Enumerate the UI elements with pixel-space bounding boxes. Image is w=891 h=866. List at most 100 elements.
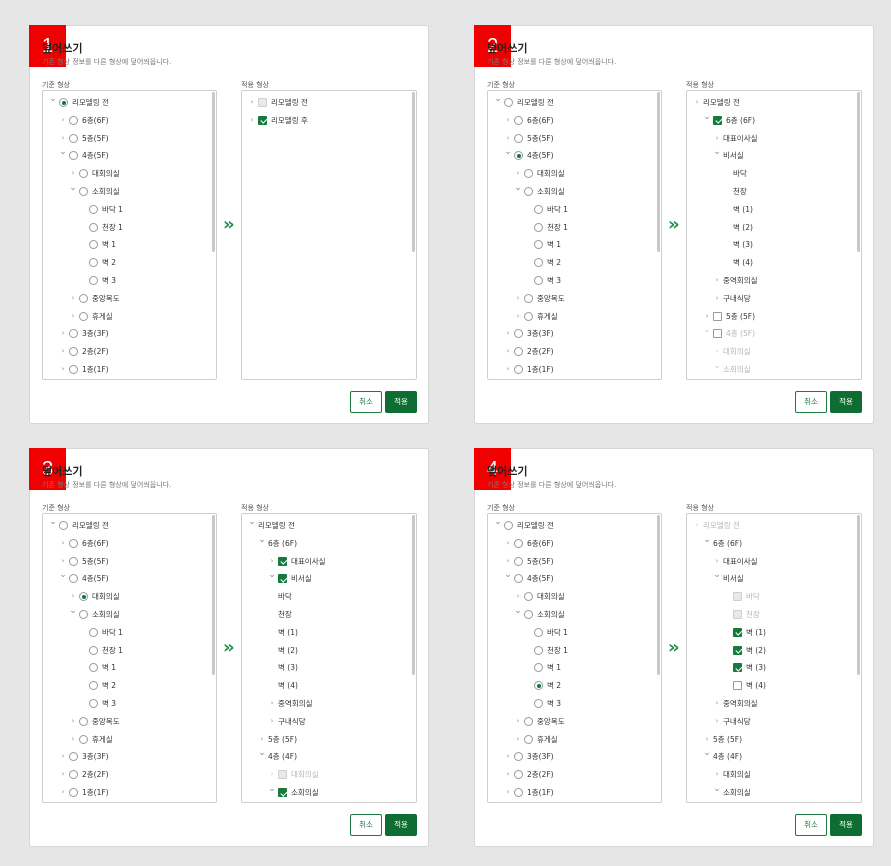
tree-item[interactable]: › 휴게실	[488, 731, 655, 749]
chevron-down-icon[interactable]: ⌄	[514, 184, 522, 193]
tree-item[interactable]: › 2층(2F)	[43, 343, 210, 361]
radio-button[interactable]	[69, 556, 78, 566]
tree-item[interactable]: ⌄ 4층(5F)	[488, 147, 655, 165]
chevron-down-icon[interactable]: ⌄	[504, 148, 512, 157]
tree-item[interactable]: 천장 1	[488, 642, 655, 660]
tree-item[interactable]: ⌄ 6층 (6F)	[687, 112, 855, 130]
tree-item[interactable]: › 3층(3F)	[488, 748, 655, 766]
tree-item[interactable]: › 5층 (5F)	[242, 731, 410, 749]
tree-item[interactable]: ⌄ 4층(5F)	[43, 570, 210, 588]
chevron-down-icon[interactable]: ⌄	[49, 518, 57, 527]
tree-item[interactable]: 천장	[242, 606, 410, 624]
radio-button[interactable]	[89, 258, 98, 268]
cancel-button[interactable]: 취소	[350, 814, 382, 836]
left-tree[interactable]: ⌄ 리모델링 전 › 6층(6F) › 5층(5F) ⌄ 4층(5F) › 대회의실 ⌄ 소회의실 바닥…	[487, 513, 662, 803]
radio-button[interactable]	[69, 752, 78, 762]
chevron-right-icon[interactable]: ›	[268, 717, 276, 726]
tree-item[interactable]: › 2층(2F)	[488, 766, 655, 784]
radio-button[interactable]	[79, 716, 88, 726]
tree-item[interactable]: 바닥 1	[43, 201, 210, 219]
chevron-down-icon[interactable]: ⌄	[494, 518, 502, 527]
tree-item[interactable]: 벽 (4)	[687, 677, 855, 695]
chevron-down-icon[interactable]: ⌄	[713, 148, 721, 157]
tree-item[interactable]: › 2층(2F)	[488, 343, 655, 361]
chevron-right-icon[interactable]: ›	[514, 592, 522, 601]
cancel-button[interactable]: 취소	[795, 814, 827, 836]
chevron-right-icon[interactable]: ›	[248, 116, 256, 125]
chevron-right-icon[interactable]: ›	[504, 788, 512, 797]
tree-item[interactable]: ⌄ 소회의실	[687, 361, 855, 379]
radio-button[interactable]	[534, 240, 543, 250]
tree-item[interactable]: › 5층(5F)	[488, 553, 655, 571]
checkbox[interactable]	[733, 610, 742, 619]
radio-button[interactable]	[69, 151, 78, 161]
tree-item[interactable]: ⌄ 6층 (6F)	[242, 535, 410, 553]
chevron-right-icon[interactable]: ›	[59, 116, 67, 125]
cancel-button[interactable]: 취소	[795, 391, 827, 413]
chevron-right-icon[interactable]: ›	[713, 557, 721, 566]
tree-item[interactable]: 벽 (1)	[687, 201, 855, 219]
chevron-right-icon[interactable]: ›	[268, 699, 276, 708]
chevron-right-icon[interactable]: ›	[514, 169, 522, 178]
radio-button[interactable]	[69, 115, 78, 125]
tree-item[interactable]: › 5층(5F)	[488, 130, 655, 148]
chevron-down-icon[interactable]: ⌄	[713, 785, 721, 794]
chevron-down-icon[interactable]: ⌄	[268, 571, 276, 580]
chevron-right-icon[interactable]: ›	[713, 770, 721, 779]
radio-button[interactable]	[69, 365, 78, 374]
radio-button[interactable]	[534, 276, 543, 285]
chevron-right-icon[interactable]: ›	[69, 294, 77, 303]
tree-item[interactable]: › 5층(5F)	[43, 130, 210, 148]
tree-item[interactable]: 벽 (1)	[687, 624, 855, 642]
cancel-button[interactable]: 취소	[350, 391, 382, 413]
tree-item[interactable]: › 1층(1F)	[43, 784, 210, 802]
radio-button[interactable]	[524, 734, 533, 744]
chevron-right-icon[interactable]: ›	[59, 134, 67, 143]
radio-button[interactable]	[79, 169, 88, 179]
tree-item[interactable]: › 리모델링 전	[687, 94, 855, 112]
tree-item[interactable]: › 1층(1F)	[488, 361, 655, 379]
chevron-right-icon[interactable]: ›	[59, 347, 67, 356]
chevron-down-icon[interactable]: ⌄	[703, 749, 711, 758]
chevron-right-icon[interactable]: ›	[693, 98, 701, 107]
radio-button[interactable]	[89, 204, 98, 214]
radio-button[interactable]	[524, 187, 533, 196]
tree-item[interactable]: › 대표이사실	[242, 553, 410, 571]
tree-item[interactable]: › 리모델링 전	[687, 517, 855, 535]
radio-button[interactable]	[69, 574, 78, 584]
radio-button[interactable]	[89, 663, 98, 673]
radio-button[interactable]	[89, 222, 98, 232]
tree-item[interactable]: ⌄ 소회의실	[43, 606, 210, 624]
tree-item[interactable]: 벽 2	[488, 254, 655, 272]
scrollbar[interactable]	[657, 515, 660, 675]
chevron-down-icon[interactable]: ⌄	[69, 184, 77, 193]
chevron-right-icon[interactable]: ›	[514, 717, 522, 726]
tree-item[interactable]: 벽 2	[43, 254, 210, 272]
radio-button[interactable]	[524, 293, 533, 303]
chevron-right-icon[interactable]: ›	[703, 735, 711, 744]
tree-item[interactable]: › 5층(5F)	[43, 553, 210, 571]
radio-button[interactable]	[514, 770, 523, 780]
radio-button[interactable]	[514, 365, 523, 374]
tree-item[interactable]: ⌄ 리모델링 전	[43, 517, 210, 535]
chevron-down-icon[interactable]: ⌄	[713, 362, 721, 371]
tree-item[interactable]: › 대표이사실	[687, 130, 855, 148]
tree-item[interactable]: 벽 (2)	[242, 642, 410, 660]
tree-item[interactable]: › 6층(6F)	[488, 535, 655, 553]
tree-item[interactable]: › 대회의실	[43, 165, 210, 183]
chevron-right-icon[interactable]: ›	[504, 134, 512, 143]
scrollbar[interactable]	[412, 515, 415, 675]
chevron-right-icon[interactable]: ›	[514, 735, 522, 744]
radio-button[interactable]	[69, 770, 78, 780]
checkbox[interactable]	[278, 788, 287, 797]
tree-item[interactable]: › 3층(3F)	[43, 325, 210, 343]
chevron-right-icon[interactable]: ›	[69, 169, 77, 178]
chevron-right-icon[interactable]: ›	[713, 134, 721, 143]
tree-item[interactable]: 벽 1	[488, 236, 655, 254]
chevron-down-icon[interactable]: ⌄	[69, 607, 77, 616]
chevron-right-icon[interactable]: ›	[248, 98, 256, 107]
chevron-right-icon[interactable]: ›	[504, 347, 512, 356]
chevron-right-icon[interactable]: ›	[69, 735, 77, 744]
tree-item[interactable]: ⌄ 소회의실	[488, 606, 655, 624]
right-tree[interactable]: › 리모델링 전 ⌄ 6층 (6F) › 대표이사실 ⌄ 비서실 바닥 천장 벽 (1) 벽 (2) 벽…	[686, 90, 862, 380]
